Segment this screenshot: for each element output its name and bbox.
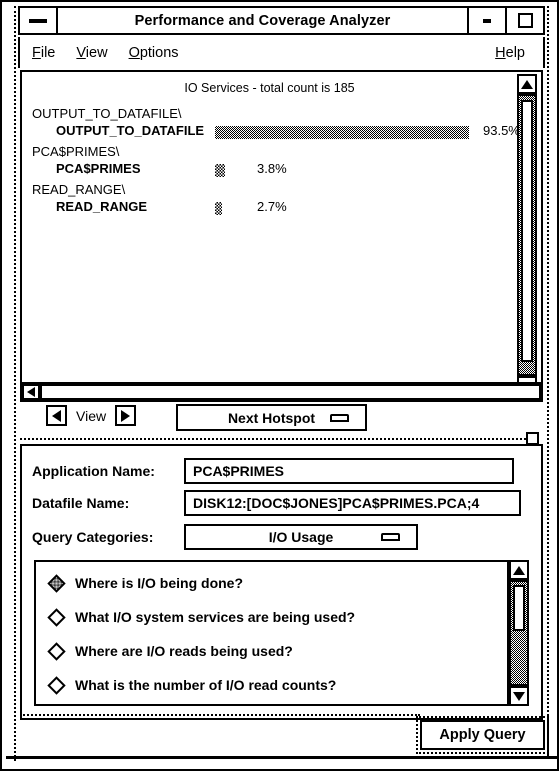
menu-file-mnemonic: F [32, 44, 41, 61]
chart-bar [215, 164, 225, 177]
application-window: Performance and Coverage Analyzer File V… [0, 0, 559, 771]
chart-row-name: READ_RANGE [56, 199, 148, 214]
menu-help-mnemonic: H [495, 44, 506, 61]
scroll-up-icon [513, 565, 525, 575]
query-pane: Application Name: PCA$PRIMES Datafile Na… [20, 444, 543, 720]
chart-pane: IO Services - total count is 185 OUTPUT_… [20, 70, 543, 400]
chart-group-label: PCA$PRIMES\ [32, 144, 120, 159]
chart-bar-value: 2.7% [257, 199, 287, 214]
scrollbar-trough[interactable] [517, 94, 537, 376]
datafile-name-row: Datafile Name: DISK12:[DOC$JONES]PCA$PRI… [32, 490, 521, 516]
menu-options-rest: ptions [139, 44, 179, 61]
scroll-left-button[interactable] [22, 384, 40, 400]
scroll-up-icon [521, 79, 533, 89]
query-radio-label: What I/O system services are being used? [75, 609, 356, 625]
bottom-divider [20, 714, 420, 716]
query-radio-item[interactable]: Where are I/O reads being used? [47, 640, 293, 662]
scroll-up-button[interactable] [517, 74, 537, 94]
radio-unselected-icon[interactable] [47, 675, 66, 695]
apply-query-button[interactable]: Apply Query [420, 720, 545, 750]
arrow-left-icon [52, 409, 61, 422]
window-right-rail [547, 6, 557, 756]
query-categories-label: Query Categories: [32, 529, 154, 545]
menu-help-rest: elp [505, 44, 525, 61]
option-menu-icon [381, 533, 400, 541]
menu-view-mnemonic: V [76, 44, 86, 61]
pane-divider [20, 438, 526, 440]
query-scrollbar-trough[interactable] [509, 580, 529, 686]
radio-selected-icon[interactable] [47, 573, 66, 593]
chart-group-label: OUTPUT_TO_DATAFILE\ [32, 106, 182, 121]
menu-file[interactable]: File [32, 45, 55, 61]
view-previous-button[interactable] [46, 405, 67, 426]
query-radio-label: Where is I/O being done? [75, 575, 244, 591]
chart-bar [215, 126, 469, 139]
chart-row[interactable]: OUTPUT_TO_DATAFILE 93.5% [22, 123, 517, 143]
chart-row[interactable]: PCA$PRIMES 3.8% [22, 161, 517, 181]
option-menu-icon [330, 413, 349, 422]
menu-view-rest: iew [85, 44, 108, 61]
chart-horizontal-scrollbar[interactable] [20, 382, 543, 402]
query-radio-item[interactable]: What I/O system services are being used? [47, 606, 356, 628]
title-bar: Performance and Coverage Analyzer [18, 6, 545, 35]
query-list-box: Where is I/O being done? What I/O system … [34, 560, 509, 706]
chart-title: IO Services - total count is 185 [184, 81, 355, 95]
apply-query-area: Apply Query [416, 716, 549, 754]
application-name-field[interactable]: PCA$PRIMES [184, 458, 514, 484]
application-name-row: Application Name: PCA$PRIMES [32, 458, 514, 484]
menu-file-rest: ile [40, 44, 56, 61]
query-list-scrollbar[interactable] [509, 560, 531, 706]
chart-group-label: READ_RANGE\ [32, 182, 126, 197]
chart-row[interactable]: READ_RANGE 2.7% [22, 199, 517, 219]
scrollbar-thumb[interactable] [521, 100, 533, 362]
application-name-label: Application Name: [32, 463, 155, 479]
menu-view[interactable]: View [76, 45, 107, 61]
window-bottom-bar [6, 756, 557, 759]
query-categories-value: I/O Usage [268, 529, 334, 545]
scroll-down-icon [513, 691, 525, 701]
radio-unselected-icon[interactable] [47, 607, 66, 627]
query-radio-item[interactable]: What is the number of I/O read counts? [47, 674, 337, 696]
query-categories-option-menu[interactable]: I/O Usage [184, 524, 418, 550]
query-radio-label: Where are I/O reads being used? [75, 643, 293, 659]
maximize-icon [517, 13, 533, 28]
menu-options[interactable]: Options [129, 45, 179, 61]
menu-bar: File View Options Help [18, 37, 545, 68]
next-hotspot-label: Next Hotspot [227, 409, 316, 426]
radio-unselected-icon[interactable] [47, 641, 66, 661]
menu-options-mnemonic: O [128, 44, 140, 61]
view-navigation-group: View [46, 405, 137, 426]
chart-bar-value: 93.5% [483, 123, 517, 138]
maximize-button[interactable] [505, 8, 543, 33]
window-menu-icon [29, 18, 47, 23]
window-menu-button[interactable] [20, 8, 58, 33]
arrow-right-icon [121, 409, 131, 422]
chart-plot-area: OUTPUT_TO_DATAFILE\ OUTPUT_TO_DATAFILE 93.… [22, 106, 517, 396]
horizontal-scrollbar-thumb[interactable] [40, 384, 541, 400]
query-radio-item[interactable]: Where is I/O being done? [47, 572, 244, 594]
window-title: Performance and Coverage Analyzer [134, 12, 391, 29]
chart-bar-value: 3.8% [257, 161, 287, 176]
chart-vertical-scrollbar[interactable] [517, 74, 539, 396]
query-scroll-down-button[interactable] [509, 686, 529, 706]
minimize-button[interactable] [467, 8, 505, 33]
chart-row-name: PCA$PRIMES [56, 161, 141, 176]
query-scrollbar-thumb[interactable] [513, 585, 525, 631]
next-hotspot-option-menu[interactable]: Next Hotspot [176, 404, 367, 431]
chart-toolbar: View Next Hotspot [20, 404, 543, 436]
query-scroll-up-button[interactable] [509, 560, 529, 580]
window-left-rail [6, 6, 16, 761]
chart-row-name: OUTPUT_TO_DATAFILE [56, 123, 205, 138]
scroll-left-icon [27, 387, 35, 397]
query-radio-label: What is the number of I/O read counts? [75, 677, 337, 693]
chart-bar [215, 202, 222, 215]
datafile-name-label: Datafile Name: [32, 495, 130, 511]
menu-help[interactable]: Help [495, 45, 525, 61]
view-label: View [76, 407, 107, 424]
query-categories-row: Query Categories: I/O Usage [32, 524, 418, 550]
minimize-icon [483, 18, 491, 23]
view-next-button[interactable] [115, 405, 137, 426]
datafile-name-field[interactable]: DISK12:[DOC$JONES]PCA$PRIMES.PCA;4 [184, 490, 521, 516]
